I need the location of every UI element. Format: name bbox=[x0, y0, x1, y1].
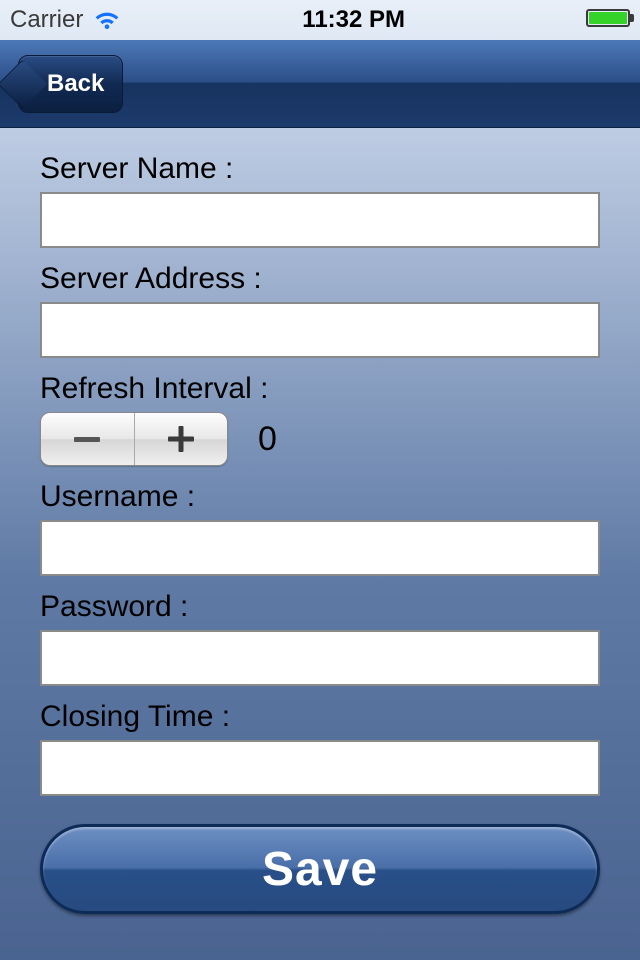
server-name-input[interactable] bbox=[40, 192, 600, 248]
refresh-interval-label: Refresh Interval : bbox=[40, 372, 600, 406]
wifi-icon bbox=[93, 9, 121, 31]
nav-bar: Back bbox=[0, 40, 640, 128]
save-button[interactable]: Save bbox=[40, 824, 600, 914]
server-settings-form: Server Name : Server Address : Refresh I… bbox=[0, 128, 640, 796]
refresh-interval-value: 0 bbox=[258, 420, 277, 459]
clock: 11:32 PM bbox=[302, 6, 405, 34]
stepper-decrement-button[interactable] bbox=[41, 413, 134, 465]
back-button-label: Back bbox=[47, 70, 104, 98]
status-bar: Carrier 11:32 PM bbox=[0, 0, 640, 40]
carrier-label: Carrier bbox=[10, 6, 83, 34]
save-button-label: Save bbox=[262, 842, 378, 897]
back-button[interactable]: Back bbox=[18, 55, 123, 113]
server-address-label: Server Address : bbox=[40, 262, 600, 296]
plus-icon bbox=[168, 426, 194, 452]
closing-time-label: Closing Time : bbox=[40, 700, 600, 734]
server-address-input[interactable] bbox=[40, 302, 600, 358]
username-label: Username : bbox=[40, 480, 600, 514]
minus-icon bbox=[74, 437, 100, 442]
battery-icon bbox=[586, 6, 630, 34]
password-label: Password : bbox=[40, 590, 600, 624]
username-input[interactable] bbox=[40, 520, 600, 576]
password-input[interactable] bbox=[40, 630, 600, 686]
closing-time-input[interactable] bbox=[40, 740, 600, 796]
stepper-increment-button[interactable] bbox=[135, 413, 228, 465]
refresh-interval-stepper bbox=[40, 412, 228, 466]
server-name-label: Server Name : bbox=[40, 152, 600, 186]
